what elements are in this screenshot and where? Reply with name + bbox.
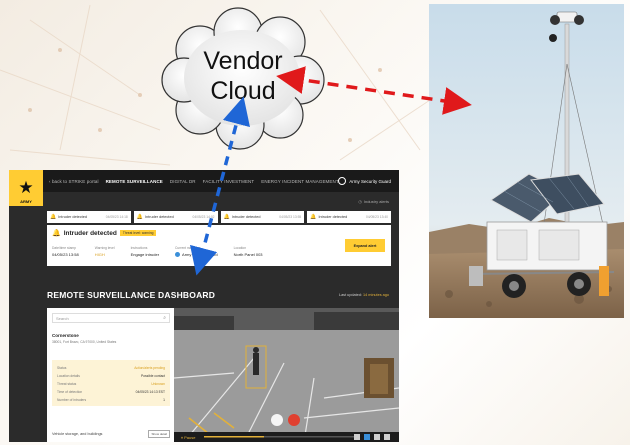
flow-arrows	[190, 66, 472, 276]
star-icon: ★	[18, 178, 34, 197]
army-logo-text: ARMY	[20, 199, 32, 204]
vendor-to-trailer-arrow	[276, 66, 472, 115]
diagram-stage: Vendor Cloud ‹ back to STRIKE portal REM…	[0, 0, 630, 445]
army-logo[interactable]: ★ ARMY	[9, 170, 43, 206]
cloud-to-dashboard-arrow	[190, 96, 250, 276]
